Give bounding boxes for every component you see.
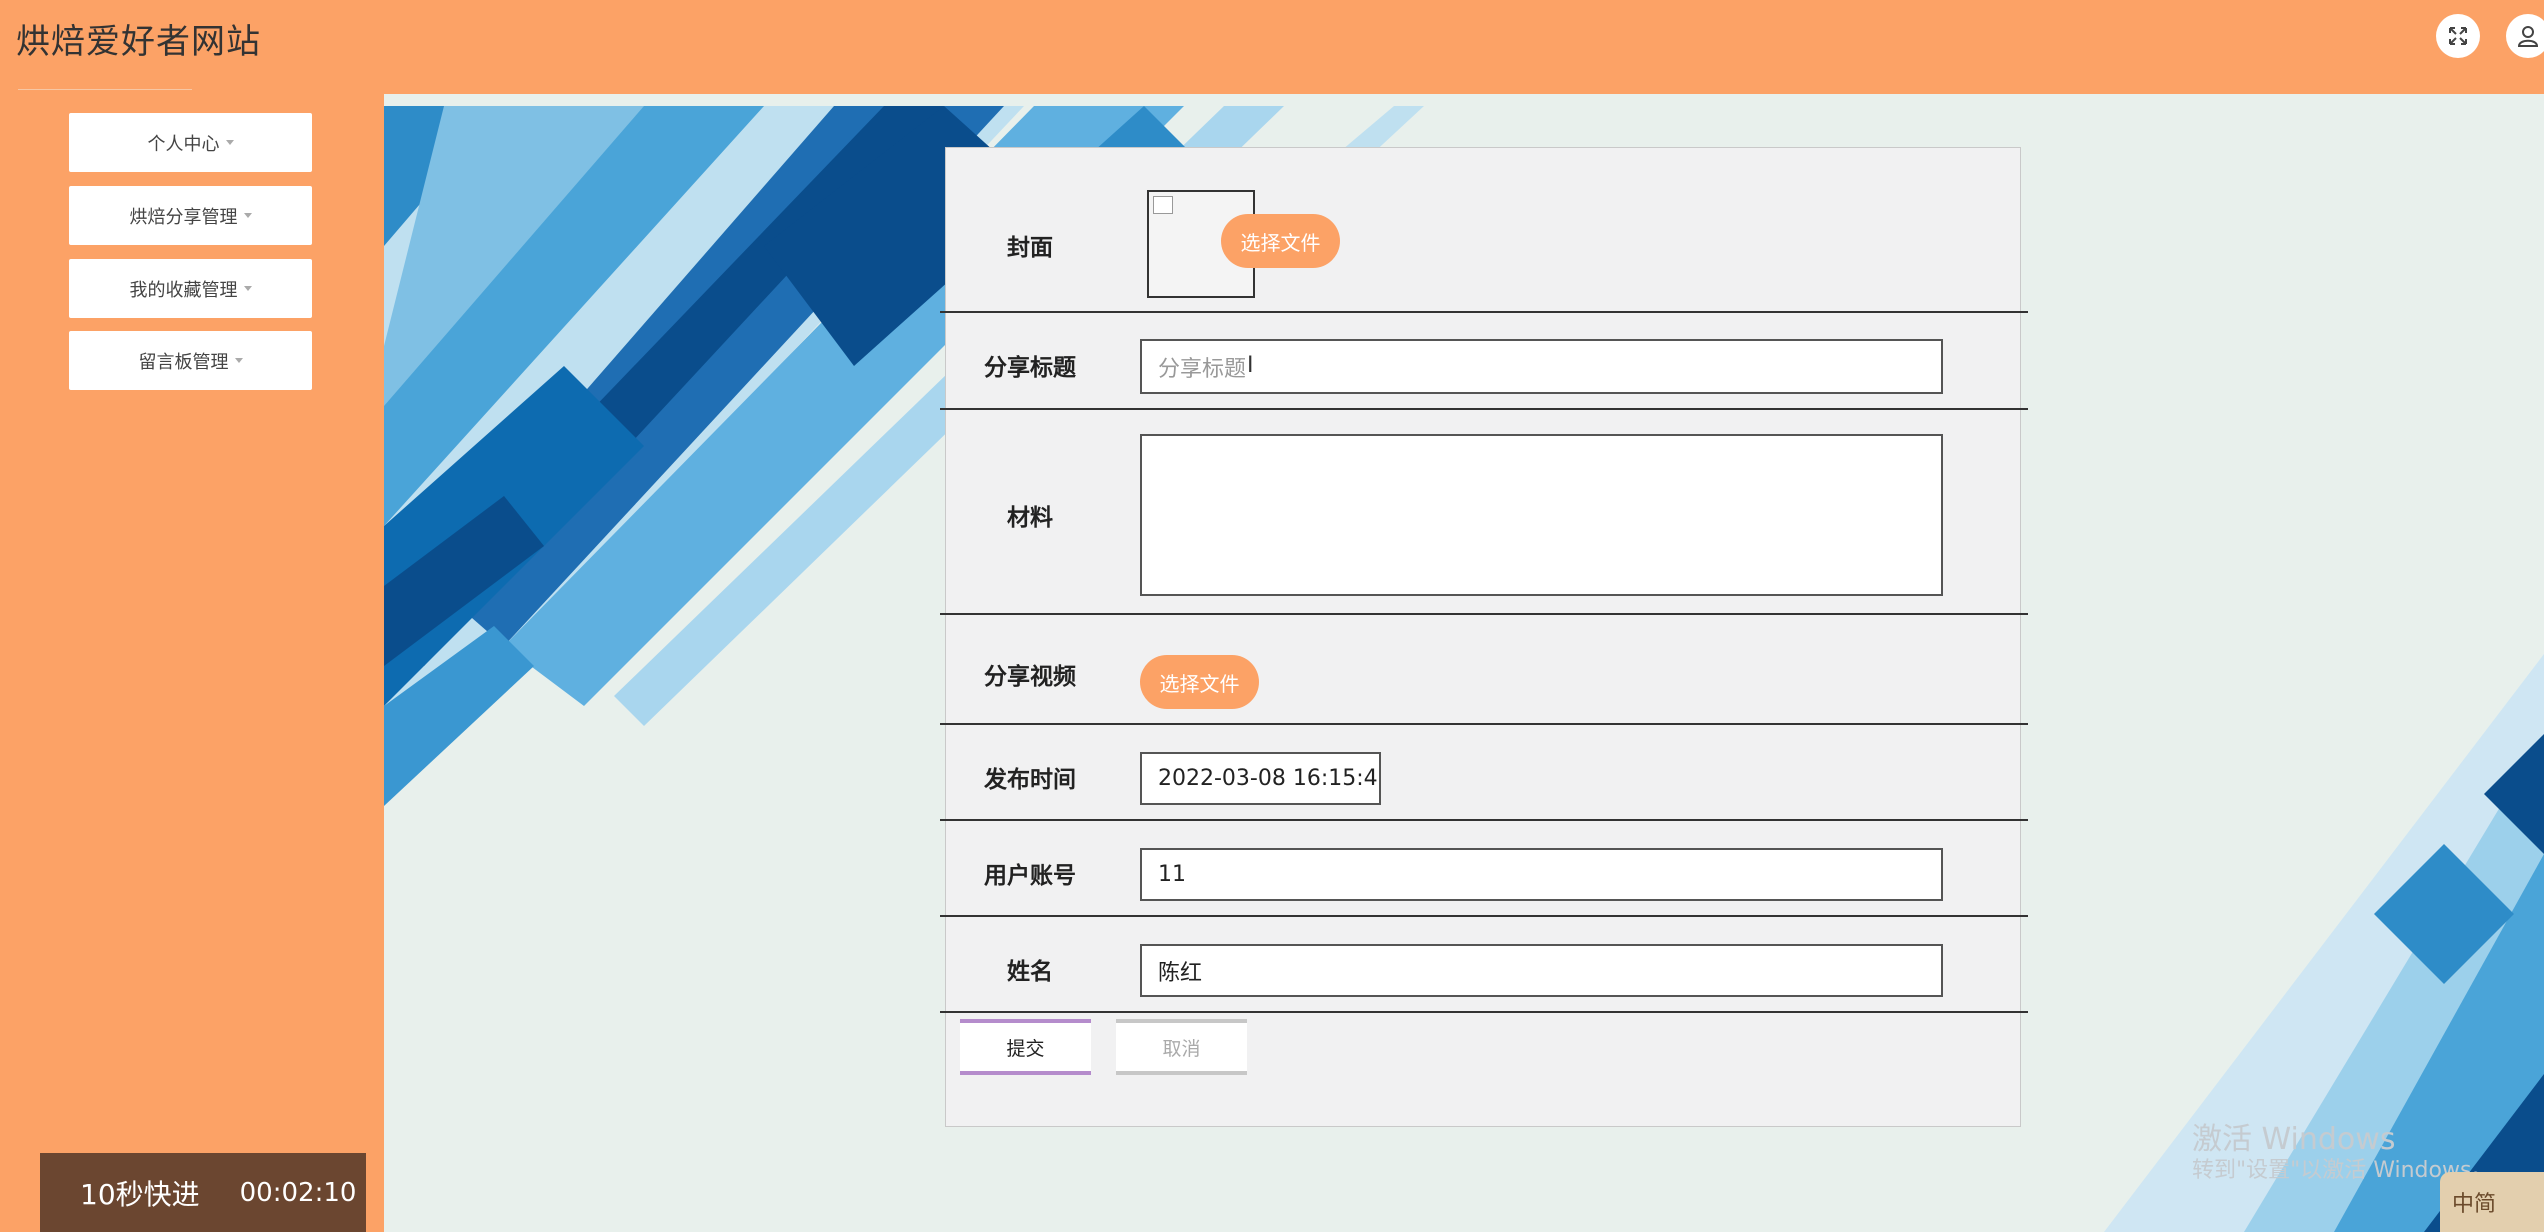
- watermark-line1: 激活 Windows: [2192, 1122, 2396, 1157]
- publish-time-label: 发布时间: [984, 767, 1076, 793]
- user-icon[interactable]: [2506, 14, 2544, 58]
- app-title: 烘焙爱好者网站: [16, 22, 261, 62]
- header-divider: [18, 89, 192, 90]
- form-row-video: 分享视频 选择文件: [940, 615, 2028, 725]
- form-row-cover: 封面 选择文件: [940, 148, 2028, 313]
- form-row-account: 用户账号 11: [940, 821, 2028, 917]
- sidebar: 个人中心 烘焙分享管理 我的收藏管理 留言板管理: [0, 94, 384, 1232]
- video-time: 00:02:10: [239, 1177, 357, 1208]
- video-progress-overlay: 10秒快进 00:02:10: [40, 1153, 366, 1232]
- video-choose-file-button[interactable]: 选择文件: [1140, 655, 1259, 709]
- top-header: 烘焙爱好者网站: [0, 0, 2544, 94]
- title-input[interactable]: 分享标题: [1140, 339, 1943, 394]
- form-row-materials: 材料: [940, 410, 2028, 615]
- account-input[interactable]: 11: [1140, 848, 1943, 901]
- chevron-down-icon: [243, 286, 252, 291]
- sidebar-item-label: 留言板管理: [138, 351, 229, 373]
- cancel-button[interactable]: 取消: [1116, 1019, 1247, 1075]
- chevron-down-icon: [234, 358, 243, 363]
- sidebar-item-personal-center[interactable]: 个人中心: [69, 113, 312, 172]
- chevron-down-icon: [225, 140, 234, 145]
- form-row-publish-time: 发布时间 2022-03-08 16:15:46: [940, 725, 2028, 821]
- submit-button[interactable]: 提交: [960, 1019, 1091, 1075]
- sidebar-item-label: 烘焙分享管理: [129, 206, 238, 228]
- chevron-down-icon: [243, 213, 252, 218]
- fast-forward-button[interactable]: 10秒快进: [80, 1173, 200, 1213]
- sidebar-item-baking-share[interactable]: 烘焙分享管理: [69, 186, 312, 245]
- cover-choose-file-button[interactable]: 选择文件: [1221, 214, 1340, 268]
- form-row-title: 分享标题 分享标题: [940, 313, 2028, 410]
- publish-time-input[interactable]: 2022-03-08 16:15:46: [1140, 752, 1381, 805]
- video-label: 分享视频: [984, 664, 1076, 690]
- ime-indicator[interactable]: 中简: [2440, 1172, 2544, 1232]
- sidebar-item-favorites[interactable]: 我的收藏管理: [69, 259, 312, 318]
- name-label: 姓名: [1007, 959, 1053, 985]
- text-cursor-icon: I: [1247, 353, 1254, 378]
- sidebar-item-message-board[interactable]: 留言板管理: [69, 331, 312, 390]
- broken-image-icon: [1153, 196, 1173, 214]
- title-label: 分享标题: [984, 355, 1076, 381]
- account-label: 用户账号: [984, 863, 1076, 889]
- fullscreen-icon[interactable]: [2436, 14, 2480, 58]
- form-row-name: 姓名 陈红: [940, 917, 2028, 1013]
- share-form: 封面 选择文件 分享标题 分享标题 材料 分享视频 选择文件 发布时间 2022…: [940, 147, 2028, 1127]
- sidebar-item-label: 个人中心: [147, 133, 220, 155]
- materials-textarea[interactable]: [1140, 434, 1943, 596]
- name-input[interactable]: 陈红: [1140, 944, 1943, 997]
- sidebar-item-label: 我的收藏管理: [129, 279, 238, 301]
- cover-label: 封面: [1007, 235, 1053, 261]
- materials-label: 材料: [1007, 505, 1053, 531]
